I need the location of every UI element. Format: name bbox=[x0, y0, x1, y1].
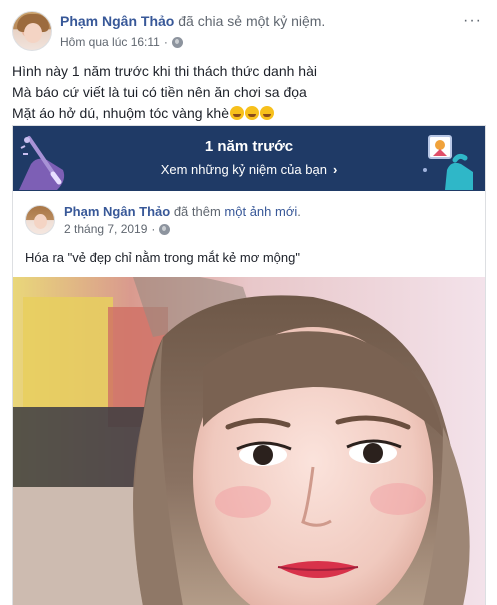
post-caption: Hình này 1 năm trước khi thi thách thức … bbox=[12, 61, 482, 124]
post-header: Phạm Ngân Thảo đã chia sẻ một kỷ niệm. bbox=[60, 13, 325, 29]
caption-line: Mặt áo hở dú, nhuộm tóc vàng khè bbox=[12, 103, 482, 124]
post-action-text: đã chia sẻ một kỷ niệm. bbox=[178, 13, 326, 29]
original-author-avatar[interactable] bbox=[25, 205, 55, 235]
original-post-date[interactable]: 2 tháng 7, 2019 bbox=[64, 222, 147, 236]
caption-line: Mà báo cứ viết là tui có tiền nên ăn chơ… bbox=[12, 84, 307, 100]
memory-photo[interactable] bbox=[13, 277, 485, 605]
selfie-photo-image bbox=[13, 277, 485, 605]
more-options-button[interactable]: ··· bbox=[463, 12, 482, 30]
original-post-header: Phạm Ngân Thảo đã thêm một ảnh mới. bbox=[64, 204, 301, 219]
new-photo-link[interactable]: một ảnh mới bbox=[224, 204, 297, 219]
author-avatar[interactable] bbox=[12, 11, 52, 51]
memory-card: 1 năm trước Xem những kỷ niệm của bạn › P… bbox=[12, 125, 486, 605]
memory-share-post: Phạm Ngân Thảo đã chia sẻ một kỷ niệm. H… bbox=[0, 0, 497, 605]
picture-frame-hand-icon bbox=[423, 135, 473, 190]
laughing-emoji-icon bbox=[229, 106, 244, 120]
laughing-emoji-icon bbox=[259, 106, 274, 120]
author-name-link[interactable]: Phạm Ngân Thảo bbox=[60, 13, 174, 29]
original-post-meta: 2 tháng 7, 2019 · bbox=[64, 222, 171, 236]
memory-banner[interactable]: 1 năm trước Xem những kỷ niệm của bạn › bbox=[13, 126, 485, 191]
chevron-right-icon: › bbox=[332, 162, 338, 177]
original-author-name-link[interactable]: Phạm Ngân Thảo bbox=[64, 204, 170, 219]
globe-icon[interactable] bbox=[159, 223, 171, 235]
post-timestamp[interactable]: Hôm qua lúc 16:11 bbox=[60, 35, 160, 49]
globe-icon[interactable] bbox=[171, 36, 183, 48]
laughing-emoji-icon bbox=[244, 106, 259, 120]
original-action-text: đã thêm bbox=[173, 204, 221, 219]
post-meta: Hôm qua lúc 16:11 · bbox=[60, 35, 183, 49]
caption-line: Hình này 1 năm trước khi thi thách thức … bbox=[12, 63, 317, 79]
original-post-text: Hóa ra "vẻ đẹp chỉ nằm trong mắt kẻ mơ m… bbox=[25, 250, 300, 265]
